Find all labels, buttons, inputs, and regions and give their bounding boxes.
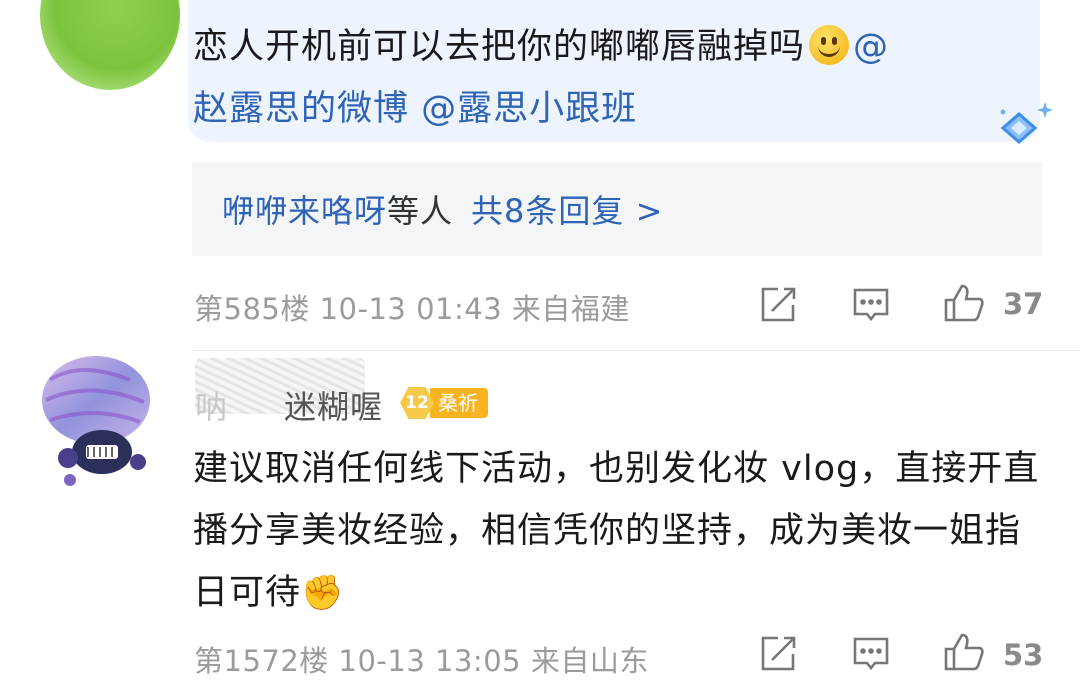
mention-link[interactable]: 赵露思的微博 [193, 89, 409, 129]
share-icon[interactable] [758, 634, 798, 674]
reply-count[interactable]: 共8条回复 > [471, 192, 663, 230]
username-prefix: 呐 [195, 388, 229, 426]
badge-level: 12 [400, 387, 434, 419]
comment-location: 来自福建 [511, 292, 630, 326]
comment-time: 13:05 [435, 644, 522, 678]
floor-number: 第585楼 [194, 292, 310, 326]
avatar[interactable] [40, 350, 152, 490]
like-icon[interactable] [942, 631, 986, 673]
divider [192, 350, 1080, 351]
comment-icon[interactable] [851, 285, 891, 325]
mention-link[interactable]: @露思小跟班 [421, 89, 637, 129]
comment-time: 01:43 [416, 292, 503, 326]
like-icon[interactable] [942, 282, 986, 324]
comment-location: 来自山东 [530, 644, 649, 678]
like-count: 53 [1003, 638, 1044, 672]
mention-at[interactable]: @ [853, 27, 889, 67]
share-icon[interactable] [758, 285, 798, 325]
comment-meta: 第585楼 10-13 01:43 来自福建 [194, 286, 630, 328]
username[interactable]: 呐 迷糊喔 [195, 382, 383, 428]
floor-number: 第1572楼 [194, 644, 329, 678]
fan-badge[interactable]: 12 桑祈 [400, 387, 488, 419]
comment-date: 10-13 [338, 644, 426, 678]
comment-date: 10-13 [319, 292, 407, 326]
badge-name: 桑祈 [430, 388, 488, 418]
like-count: 37 [1003, 287, 1044, 321]
comment-text: 建议取消任何线下活动，也别发化妆 vlog，直接开直播分享美妆经验，相信凭你的坚… [193, 449, 1040, 613]
sparkle-icon [1000, 102, 1053, 144]
reply-users[interactable]: 咿咿来咯呀 [222, 192, 387, 230]
reply-suffix: 等人 [387, 192, 454, 230]
replies-link[interactable]: 咿咿来咯呀等人 共8条回复 > [222, 186, 663, 232]
fist-emoji-icon: ✊ [301, 573, 345, 613]
comment-meta: 第1572楼 10-13 13:05 来自山东 [194, 638, 649, 680]
comment-text: 恋人开机前可以去把你的嘟嘟唇融掉吗 @ 赵露思的微博 @露思小跟班 [193, 25, 890, 129]
comment-icon[interactable] [851, 634, 891, 674]
smile-emoji-icon [809, 25, 850, 65]
username-text[interactable]: 迷糊喔 [284, 388, 383, 426]
avatar[interactable] [40, 0, 180, 90]
